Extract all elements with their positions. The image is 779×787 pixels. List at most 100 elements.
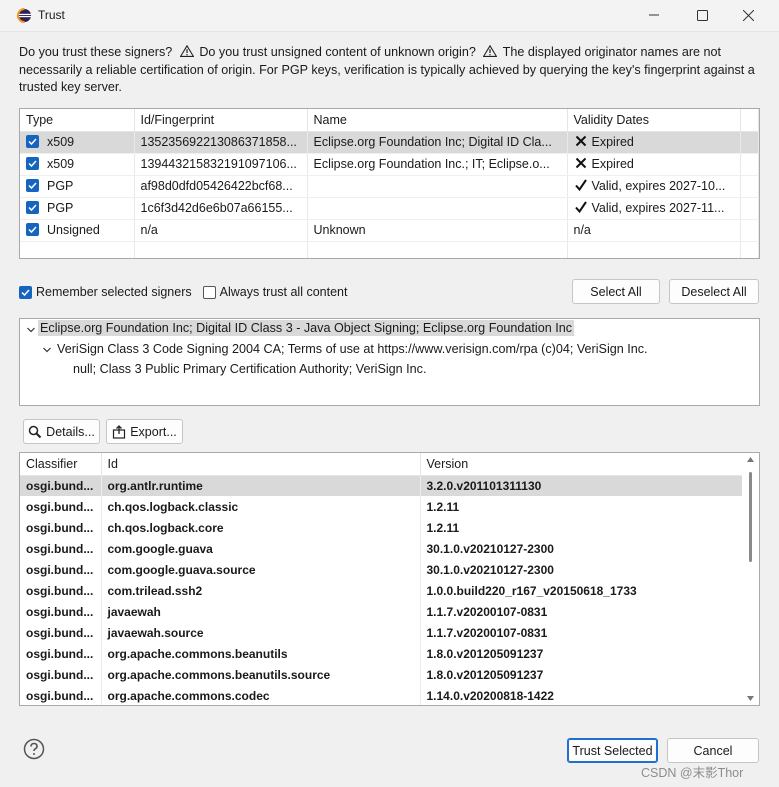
signer-type: PGP	[47, 201, 74, 215]
export-button[interactable]: Export...	[106, 419, 183, 444]
bundle-classifier: osgi.bund...	[20, 559, 102, 580]
signer-row[interactable]: x509 135235692213086371858... Eclipse.org …	[20, 131, 759, 154]
signer-validity: Expired	[591, 135, 634, 149]
minimize-button[interactable]	[642, 4, 666, 26]
filler-cell	[740, 219, 759, 242]
checkbox-icon[interactable]	[26, 201, 39, 214]
checkbox-icon[interactable]	[26, 179, 39, 192]
close-button[interactable]	[736, 4, 760, 26]
signer-name: Eclipse.org Foundation Inc; Digital ID C…	[307, 131, 568, 154]
signer-type-cell[interactable]: Unsigned	[20, 219, 135, 242]
deselect-all-button[interactable]: Deselect All	[669, 279, 759, 304]
bundle-version: 3.2.0.v201101311130	[420, 475, 743, 496]
checkbox-icon[interactable]	[26, 223, 39, 236]
remember-signers-checkbox[interactable]: Remember selected signers	[19, 285, 192, 299]
signer-validity-cell: n/a	[567, 219, 741, 242]
signer-id: n/a	[134, 219, 308, 242]
signers-table[interactable]: Type Id/Fingerprint Name Validity Dates …	[19, 108, 760, 259]
details-button[interactable]: Details...	[23, 419, 100, 444]
column-header-validity[interactable]: Validity Dates	[567, 109, 741, 132]
scrollbar-thumb[interactable]	[749, 472, 752, 562]
empty-row	[20, 241, 759, 258]
bundle-id: org.antlr.runtime	[101, 475, 421, 496]
watermark: CSDN @末影Thor	[641, 766, 744, 780]
column-header-bundle-id[interactable]: Id	[101, 453, 421, 476]
bundle-id: org.apache.commons.codec	[101, 685, 421, 705]
bundle-row[interactable]: osgi.bund... ch.qos.logback.classic 1.2.11	[20, 496, 743, 517]
bundle-id: org.apache.commons.beanutils.source	[101, 664, 421, 685]
signer-validity-cell: Expired	[567, 153, 741, 176]
trust-selected-button[interactable]: Trust Selected	[567, 738, 658, 763]
intro-part-1: Do you trust these signers?	[19, 45, 173, 59]
always-trust-label: Always trust all content	[219, 285, 348, 299]
always-trust-checkbox[interactable]: Always trust all content	[202, 285, 348, 299]
signer-row[interactable]: PGP af98d0dfd05426422bcf68... Valid, expir…	[20, 175, 759, 198]
bundle-classifier: osgi.bund...	[20, 475, 102, 496]
signer-type-cell[interactable]: PGP	[20, 197, 135, 220]
tree-item-root[interactable]: Eclipse.org Foundation Inc; Digital ID C…	[38, 320, 575, 336]
bundle-row[interactable]: osgi.bund... com.google.guava 30.1.0.v2021…	[20, 538, 743, 559]
chevron-down-icon[interactable]	[26, 325, 36, 335]
column-header-name[interactable]: Name	[307, 109, 568, 132]
signer-row[interactable]: Unsigned n/a Unknown n/a	[20, 219, 759, 242]
bundle-id: com.google.guava.source	[101, 559, 421, 580]
tree-item-grandchild-label: null; Class 3 Public Primary Certificati…	[73, 362, 427, 376]
signer-row[interactable]: x509 139443215832191097106... Eclipse.org …	[20, 153, 759, 176]
certificate-chain-tree[interactable]: Eclipse.org Foundation Inc; Digital ID C…	[19, 318, 760, 406]
remember-signers-label: Remember selected signers	[36, 285, 192, 299]
signer-type-cell[interactable]: x509	[20, 131, 135, 154]
bundle-row[interactable]: osgi.bund... org.apache.commons.codec 1.14…	[20, 685, 743, 705]
cancel-button[interactable]: Cancel	[667, 738, 759, 763]
bundle-row[interactable]: osgi.bund... com.google.guava.source 30.1.…	[20, 559, 743, 580]
signer-type-cell[interactable]: x509	[20, 153, 135, 176]
bundle-version: 1.1.7.v20200107-0831	[420, 622, 743, 643]
bundle-row[interactable]: osgi.bund... org.apache.commons.beanutils…	[20, 643, 743, 664]
title-bar: Trust	[0, 0, 779, 32]
bundles-scrollbar[interactable]	[742, 453, 759, 705]
checkbox-icon[interactable]	[19, 285, 32, 299]
scroll-up-icon[interactable]	[747, 457, 754, 462]
bundle-version: 30.1.0.v20210127-2300	[420, 559, 743, 580]
bundle-classifier: osgi.bund...	[20, 622, 102, 643]
select-all-button[interactable]: Select All	[572, 279, 660, 304]
magnifier-icon	[28, 425, 42, 438]
column-header-type[interactable]: Type	[20, 109, 135, 132]
tree-item-child[interactable]: VeriSign Class 3 Code Signing 2004 CA; T…	[57, 342, 648, 356]
checkbox-icon[interactable]	[26, 157, 39, 170]
bundle-version: 1.1.7.v20200107-0831	[420, 601, 743, 622]
checkbox-icon[interactable]	[26, 135, 39, 148]
export-icon	[113, 424, 126, 439]
signer-validity-cell: Valid, expires 2027-10...	[567, 175, 741, 198]
bundle-row[interactable]: osgi.bund... ch.qos.logback.core 1.2.11	[20, 517, 743, 538]
check-icon	[574, 201, 587, 213]
bundle-classifier: osgi.bund...	[20, 643, 102, 664]
checkbox-icon[interactable]	[202, 285, 216, 299]
maximize-icon	[696, 9, 708, 21]
bundle-row[interactable]: osgi.bund... javaewah.source 1.1.7.v202001…	[20, 622, 743, 643]
maximize-button[interactable]	[690, 4, 714, 26]
signer-id: 1c6f3d42d6e6b07a66155...	[134, 197, 308, 220]
signer-type: x509	[47, 135, 75, 149]
intro-message: Do you trust these signers? Do you trust…	[19, 44, 767, 97]
signer-name: Eclipse.org Foundation Inc.; IT; Eclipse…	[307, 153, 568, 176]
bundle-version: 1.8.0.v201205091237	[420, 664, 743, 685]
column-header-classifier[interactable]: Classifier	[20, 453, 102, 476]
help-icon[interactable]	[23, 738, 45, 760]
chevron-down-icon[interactable]	[42, 345, 52, 355]
tree-item-grandchild[interactable]: null; Class 3 Public Primary Certificati…	[73, 362, 426, 376]
column-header-id[interactable]: Id/Fingerprint	[134, 109, 308, 132]
bundles-table[interactable]: Classifier Id Version osgi.bund... org.an…	[19, 452, 760, 706]
signer-row[interactable]: PGP 1c6f3d42d6e6b07a66155... Valid, expire…	[20, 197, 759, 220]
bundle-version: 30.1.0.v20210127-2300	[420, 538, 743, 559]
scroll-down-icon[interactable]	[747, 696, 754, 701]
bundle-row[interactable]: osgi.bund... org.apache.commons.beanutils…	[20, 664, 743, 685]
bundle-row[interactable]: osgi.bund... javaewah 1.1.7.v20200107-0831	[20, 601, 743, 622]
signer-name: Unknown	[307, 219, 568, 242]
column-header-version[interactable]: Version	[420, 453, 743, 476]
signer-type-cell[interactable]: PGP	[20, 175, 135, 198]
bundle-row[interactable]: osgi.bund... org.antlr.runtime 3.2.0.v2011…	[20, 475, 743, 496]
bundle-row[interactable]: osgi.bund... com.trilead.ssh2 1.0.0.build2…	[20, 580, 743, 601]
trust-options: Remember selected signers Always trust a…	[19, 284, 358, 300]
signer-validity: Expired	[591, 157, 634, 171]
bundle-version: 1.2.11	[420, 517, 743, 538]
